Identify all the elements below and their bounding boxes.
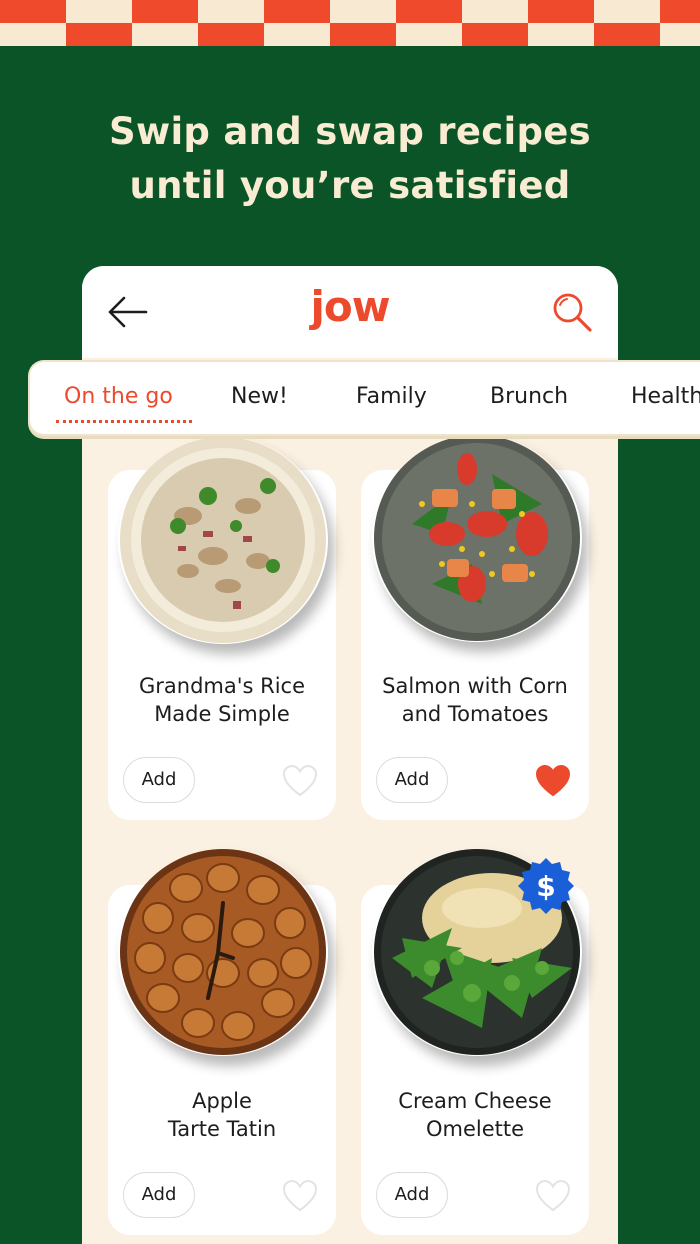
category-tabs: On the go New! Family Brunch Health bbox=[28, 360, 700, 436]
heart-outline-icon[interactable] bbox=[282, 1179, 318, 1213]
recipe-title-line: Omelette bbox=[425, 1117, 525, 1141]
jow-logo: jow bbox=[310, 282, 390, 331]
recipe-title: Salmon with Corn and Tomatoes bbox=[361, 672, 589, 728]
checkered-banner bbox=[0, 0, 700, 46]
tab-family[interactable]: Family bbox=[356, 384, 427, 409]
heart-outline-icon[interactable] bbox=[535, 1179, 571, 1213]
budget-badge-icon: $ bbox=[518, 858, 574, 914]
recipe-title: Cream Cheese Omelette bbox=[361, 1087, 589, 1143]
recipe-title-line: and Tomatoes bbox=[401, 702, 549, 726]
recipe-title-line: Grandma's Rice bbox=[138, 674, 306, 698]
recipe-title-line: Salmon with Corn bbox=[382, 674, 568, 698]
recipe-title: Grandma's Rice Made Simple bbox=[108, 672, 336, 728]
recipe-image-rice bbox=[120, 437, 326, 643]
tab-health[interactable]: Health bbox=[631, 384, 700, 409]
active-tab-indicator bbox=[56, 420, 192, 423]
promo-headline: Swip and swap recipes until you’re satis… bbox=[0, 105, 700, 213]
recipe-image-salmon bbox=[374, 435, 580, 641]
heart-outline-icon[interactable] bbox=[282, 764, 318, 798]
search-icon[interactable] bbox=[550, 290, 594, 334]
tab-brunch[interactable]: Brunch bbox=[490, 384, 568, 409]
add-button[interactable]: Add bbox=[123, 1172, 195, 1218]
tab-new[interactable]: New! bbox=[231, 384, 288, 409]
arrow-left-icon[interactable] bbox=[106, 294, 148, 330]
recipe-title-line: Cream Cheese bbox=[398, 1089, 552, 1113]
heart-filled-icon[interactable] bbox=[535, 764, 571, 798]
recipe-title-line: Tarte Tatin bbox=[167, 1117, 277, 1141]
badge-symbol: $ bbox=[536, 870, 555, 903]
recipe-title-line: Made Simple bbox=[154, 702, 290, 726]
headline-line-1: Swip and swap recipes bbox=[109, 110, 591, 153]
recipe-image-tarte-tatin bbox=[120, 849, 326, 1055]
recipe-title-line: Apple bbox=[192, 1089, 252, 1113]
app-header: jow bbox=[82, 266, 618, 358]
headline-line-2: until you’re satisfied bbox=[129, 164, 571, 207]
tab-on-the-go[interactable]: On the go bbox=[64, 384, 173, 409]
add-button[interactable]: Add bbox=[376, 1172, 448, 1218]
add-button[interactable]: Add bbox=[376, 757, 448, 803]
add-button[interactable]: Add bbox=[123, 757, 195, 803]
recipe-title: Apple Tarte Tatin bbox=[108, 1087, 336, 1143]
